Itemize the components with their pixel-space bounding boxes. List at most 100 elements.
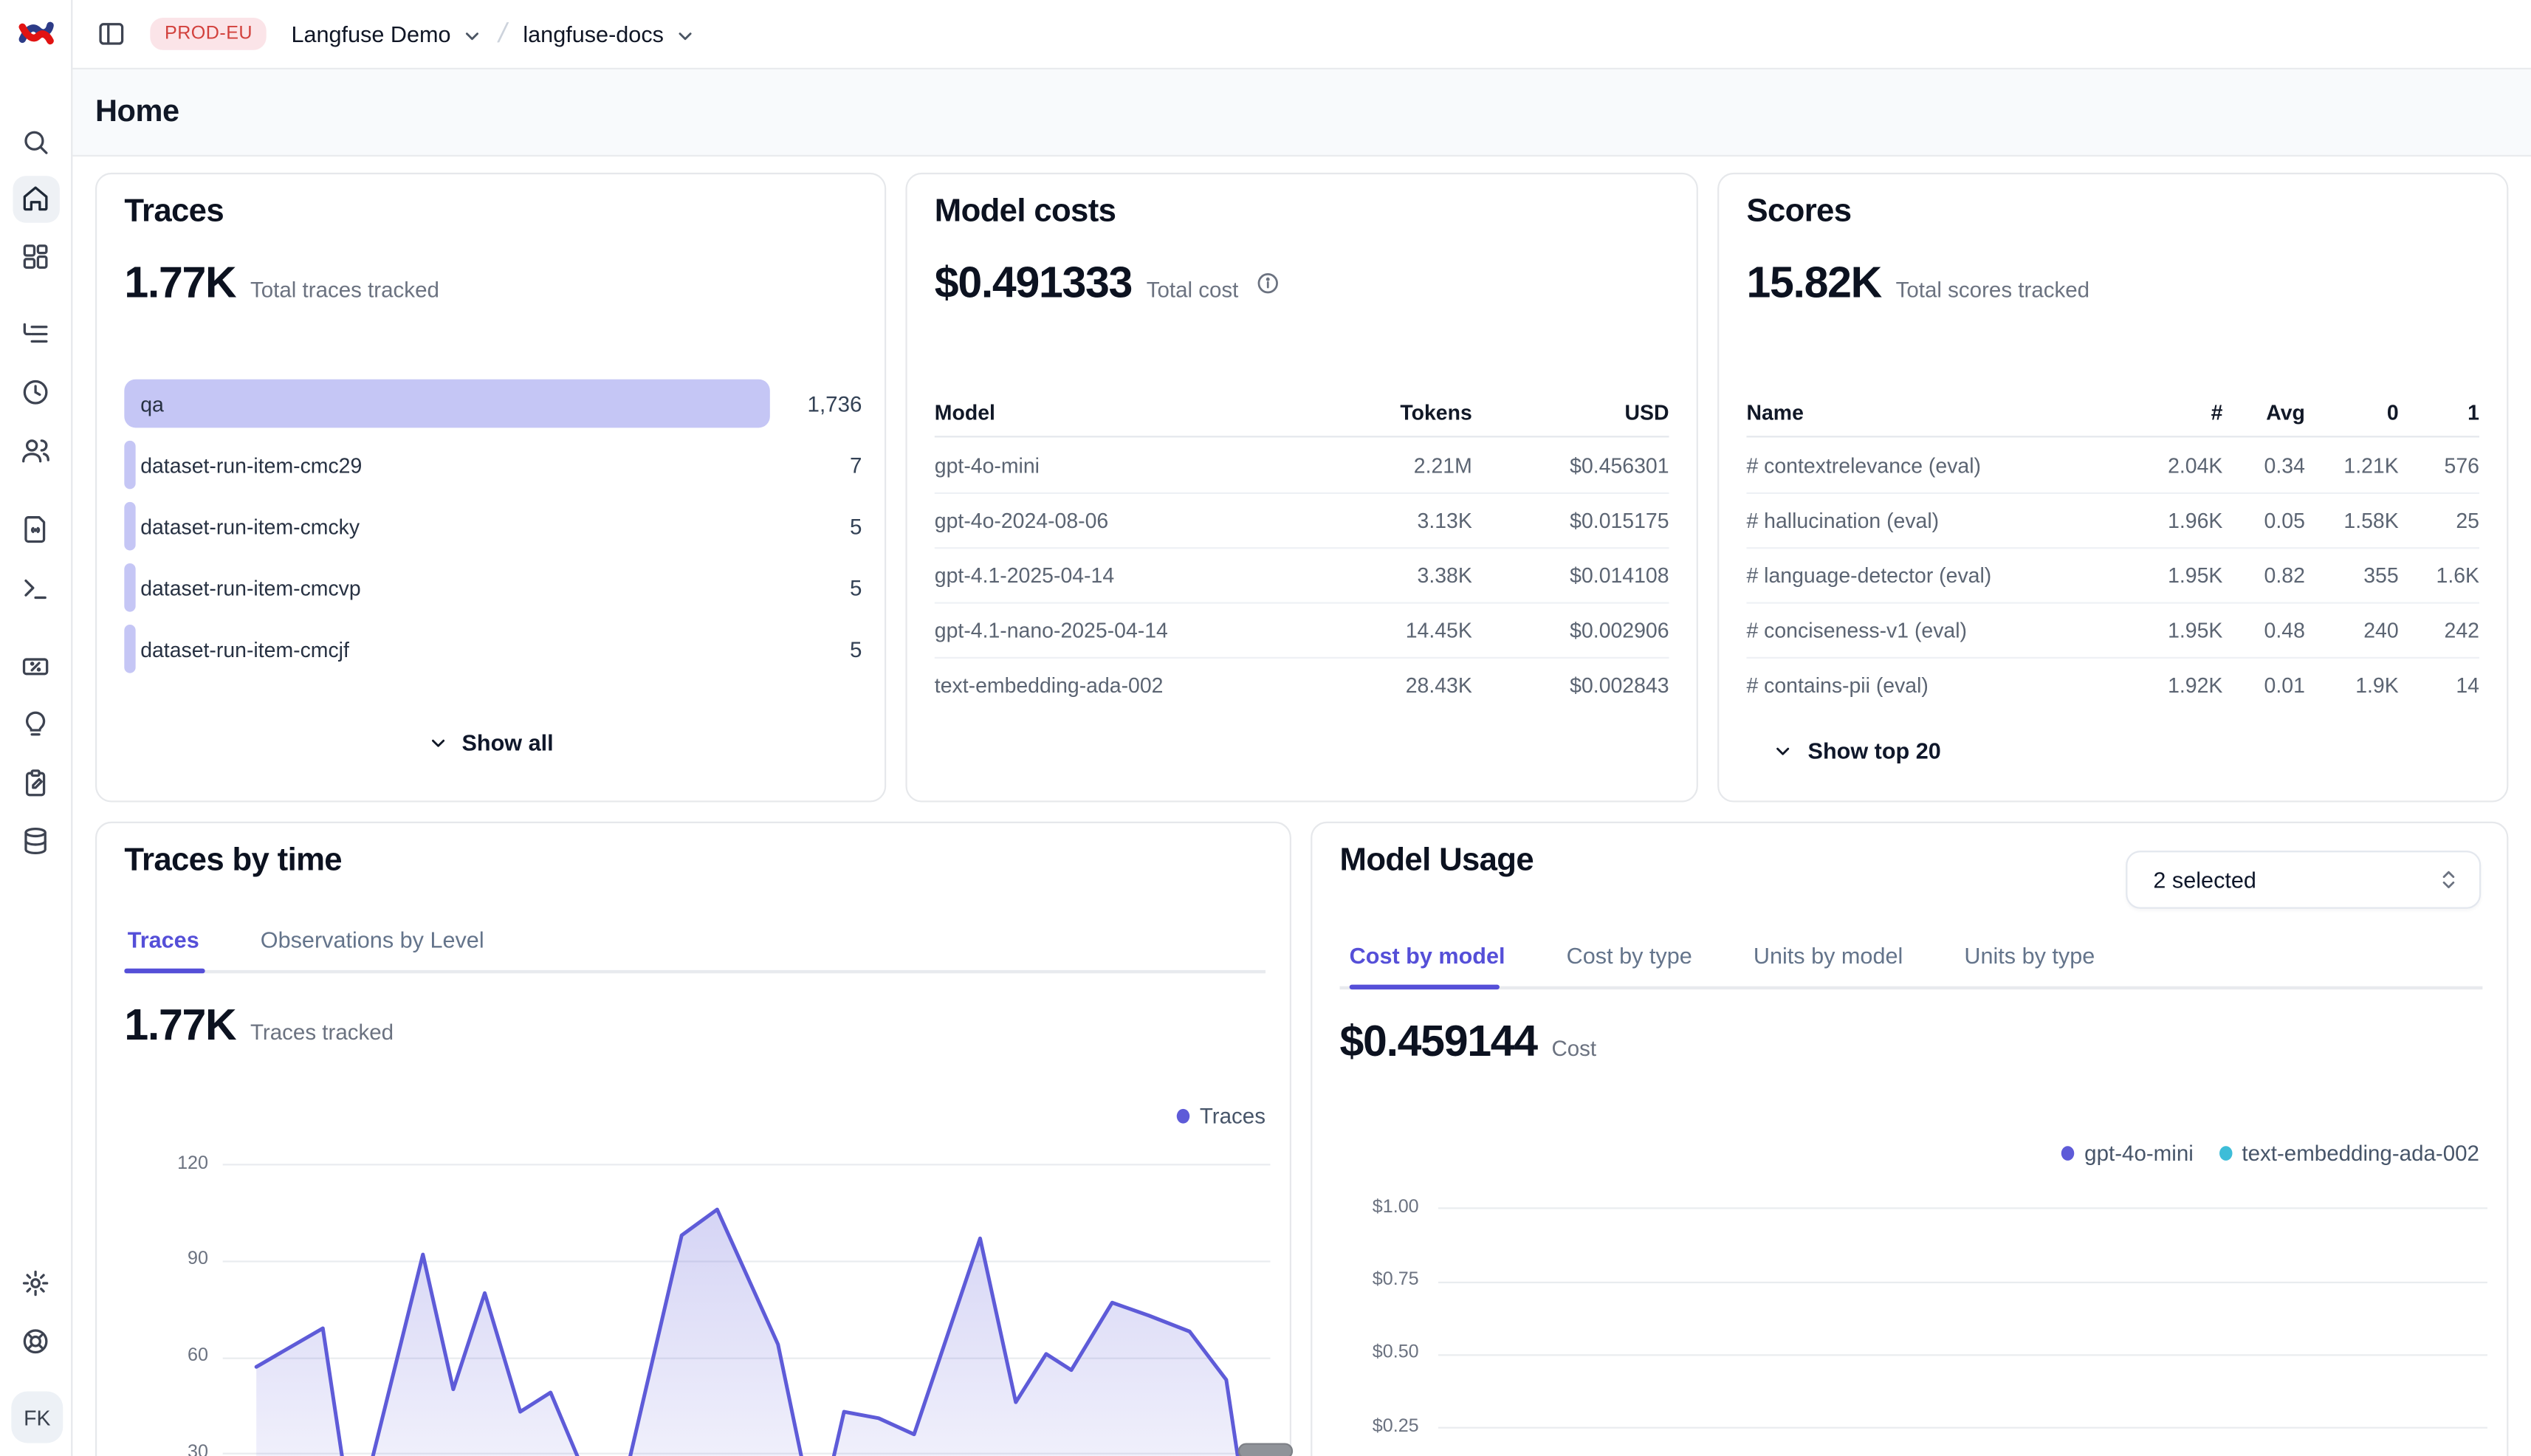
traces-tracked: 1.77K [124, 1000, 236, 1051]
card-title: Traces by time [124, 842, 342, 879]
table-row: gpt-4o-mini2.21M$0.456301 [935, 437, 1669, 492]
widget-resize-handle[interactable] [1238, 1443, 1293, 1456]
card-title: Model Usage [1340, 842, 1534, 879]
table-row: # hallucination (eval)1.96K0.051.58K25 [1746, 492, 2479, 547]
trace-bar-list: qa 1,736 dataset-run-item-cmc29 7 datase… [124, 380, 862, 686]
app-window: FK PROD-EU Langfuse Demo / langfuse-docs… [0, 0, 2531, 1456]
y-tick: 60 [128, 1346, 208, 1365]
trace-bar-row[interactable]: dataset-run-item-cmcjf 5 [124, 625, 862, 673]
bar [124, 380, 769, 428]
tab-units-by-model[interactable]: Units by model [1754, 943, 1903, 969]
trace-name: qa [140, 392, 164, 416]
trace-count: 7 [850, 453, 862, 478]
scores-total-label: Total scores tracked [1896, 278, 2089, 302]
card-title: Scores [1746, 193, 1851, 230]
table-row: text-embedding-ada-00228.43K$0.002843 [935, 657, 1669, 712]
bar [124, 441, 135, 490]
trace-bar-row[interactable]: dataset-run-item-cmcky 5 [124, 502, 862, 551]
total-cost: $0.491333 [935, 258, 1132, 309]
tab-cost-by-type[interactable]: Cost by type [1567, 943, 1692, 969]
evaluation-percent-icon[interactable] [21, 652, 49, 681]
legend-dot-text-embedding-ada-002 [2219, 1146, 2232, 1161]
langfuse-logo-icon [18, 16, 55, 50]
total-cost-label: Total cost [1147, 278, 1239, 302]
sessions-clock-icon[interactable] [21, 378, 49, 407]
top-bar: PROD-EU Langfuse Demo / langfuse-docs [72, 0, 2531, 69]
scores-total: 15.82K [1746, 258, 1881, 309]
user-avatar[interactable]: FK [11, 1392, 63, 1443]
trace-bar-row[interactable]: dataset-run-item-cmcvp 5 [124, 563, 862, 612]
page-title: Home [95, 95, 179, 130]
prompts-icon[interactable] [21, 515, 49, 543]
tab-traces[interactable]: Traces [128, 927, 199, 952]
model-costs-table: Model Tokens USD gpt-4o-mini2.21M$0.4563… [935, 388, 1669, 712]
model-costs-card: Model costs $0.491333 Total cost Model T… [905, 173, 1697, 803]
show-top-label: Show top 20 [1808, 738, 1941, 763]
trace-count: 5 [850, 515, 862, 539]
info-icon[interactable] [1256, 271, 1280, 295]
users-icon[interactable] [21, 436, 49, 464]
sidebar-toggle-icon[interactable] [97, 19, 126, 48]
table-row: # contains-pii (eval)1.92K0.011.9K14 [1746, 657, 2479, 712]
bar [124, 563, 135, 612]
database-icon[interactable] [21, 826, 49, 855]
model-usage-card: Model Usage 2 selected Cost by model Cos… [1311, 822, 2508, 1456]
sidebar: FK [0, 0, 72, 1456]
bar [124, 625, 135, 673]
card-title: Traces [124, 193, 224, 230]
chevron-down-icon [428, 733, 449, 754]
breadcrumb-separator: / [496, 18, 511, 50]
traces-total-label: Total traces tracked [250, 278, 439, 302]
table-header: Name # Avg 0 1 [1746, 388, 2479, 436]
annotation-lightbulb-icon[interactable] [21, 710, 49, 739]
table-header: Model Tokens USD [935, 388, 1669, 436]
show-top-20-button[interactable]: Show top 20 [1772, 738, 1940, 763]
y-tick: $0.50 [1338, 1343, 1418, 1362]
trace-count: 5 [850, 576, 862, 600]
datasets-clipboard-icon[interactable] [21, 769, 49, 797]
table-row: # language-detector (eval)1.95K0.823551.… [1746, 547, 2479, 602]
table-row: gpt-4.1-nano-2025-04-1414.45K$0.002906 [935, 602, 1669, 656]
chevron-down-icon [1772, 741, 1793, 761]
y-tick: 90 [128, 1249, 208, 1268]
chart-legend: Traces [1177, 1104, 1266, 1128]
env-badge: PROD-EU [150, 18, 267, 50]
bar [124, 502, 135, 551]
tab-cost-by-model[interactable]: Cost by model [1350, 943, 1505, 969]
trace-name: dataset-run-item-cmc29 [140, 453, 362, 478]
y-tick: $0.25 [1338, 1417, 1418, 1436]
usage-cost-label: Cost [1551, 1037, 1596, 1061]
legend-dot-traces [1177, 1109, 1189, 1124]
trace-count: 5 [850, 638, 862, 662]
tab-observations-by-level[interactable]: Observations by Level [261, 927, 484, 952]
traces-by-time-card: Traces by time Traces Observations by Le… [95, 822, 1291, 1456]
y-tick: 120 [128, 1154, 208, 1173]
scores-card: Scores 15.82K Total scores tracked Name … [1717, 173, 2508, 803]
model-multiselect[interactable]: 2 selected [2126, 851, 2481, 909]
chevron-down-icon[interactable] [462, 25, 483, 46]
active-tab-indicator [1350, 985, 1500, 990]
trace-name: dataset-run-item-cmcky [140, 515, 360, 539]
tracing-icon[interactable] [21, 320, 49, 348]
chevron-down-icon[interactable] [675, 25, 696, 46]
y-tick: $0.75 [1338, 1271, 1418, 1290]
trace-bar-row[interactable]: dataset-run-item-cmc29 7 [124, 441, 862, 490]
tab-units-by-type[interactable]: Units by type [1964, 943, 2095, 969]
project-switcher[interactable]: langfuse-docs [523, 21, 664, 47]
playground-terminal-icon[interactable] [21, 574, 49, 603]
chevrons-up-down-icon [2437, 868, 2460, 891]
trace-bar-row[interactable]: qa 1,736 [124, 380, 862, 428]
search-icon[interactable] [21, 128, 49, 157]
trace-count: 1,736 [808, 392, 862, 416]
y-tick: $1.00 [1338, 1198, 1418, 1217]
table-row: gpt-4o-2024-08-063.13K$0.015175 [935, 492, 1669, 547]
trace-name: dataset-run-item-cmcvp [140, 576, 361, 600]
support-lifebuoy-icon[interactable] [21, 1327, 49, 1356]
traces-area-chart [223, 1135, 1271, 1456]
org-switcher[interactable]: Langfuse Demo [291, 21, 450, 47]
settings-gear-icon[interactable] [21, 1268, 49, 1297]
home-icon[interactable] [21, 184, 49, 213]
model-multiselect-value: 2 selected [2153, 867, 2256, 893]
show-all-button[interactable]: Show all [97, 729, 885, 755]
dashboards-icon[interactable] [21, 242, 49, 271]
